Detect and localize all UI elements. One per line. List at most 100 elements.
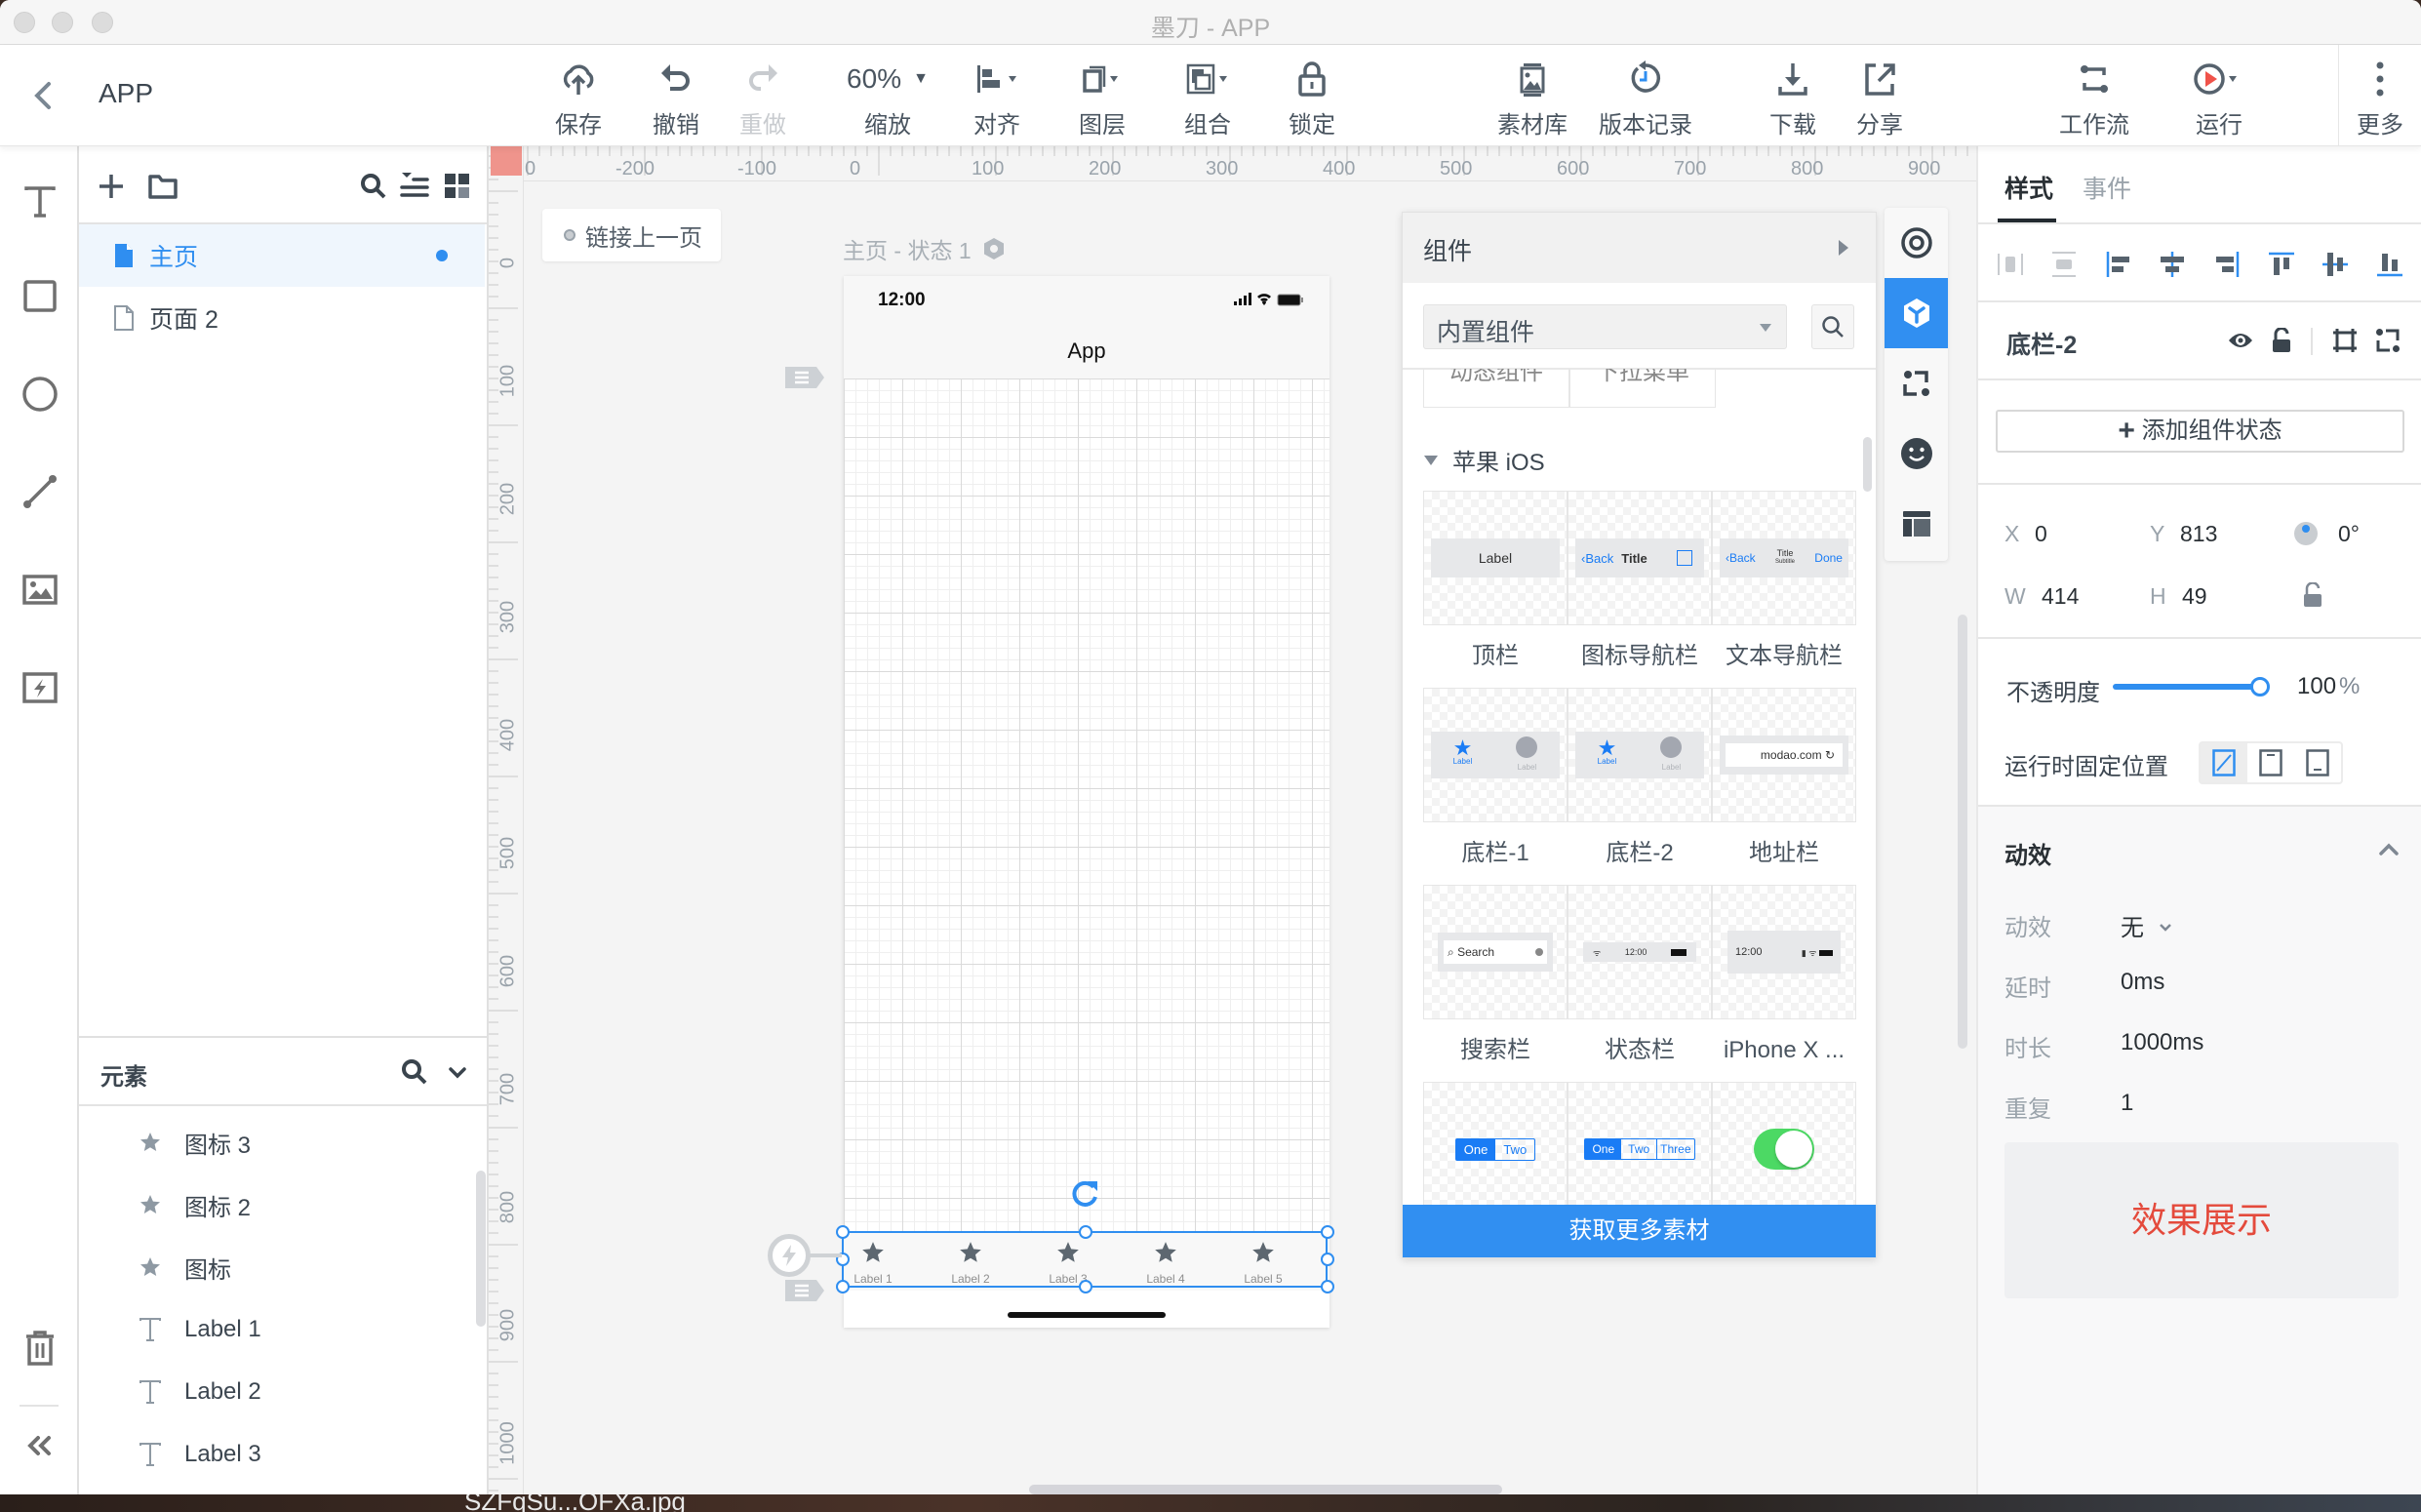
caret-right-icon[interactable] [1837,238,1850,258]
resize-handle[interactable] [836,1225,850,1239]
more-button[interactable]: 更多 [2338,45,2421,146]
page-item-home[interactable]: 主页 [79,224,485,287]
sort-list-icon[interactable] [400,170,431,201]
distribute-horizontal-icon[interactable] [1996,250,2025,279]
ios-section-header[interactable]: 苹果 iOS [1423,443,1545,477]
undo-button[interactable]: 撤销 [627,57,725,139]
tile-address-bar[interactable]: modao.com ↻ [1712,688,1856,822]
tab-style[interactable]: 样式 [2004,170,2053,205]
lock-button[interactable]: 锁定 [1263,57,1361,139]
resize-handle[interactable] [1079,1280,1092,1293]
resize-handle[interactable] [1321,1225,1334,1239]
align-top-icon[interactable] [2267,250,2296,279]
layout-panel-button[interactable] [1885,489,1948,559]
rotation-knob-icon[interactable] [2294,522,2318,545]
align-dropdown[interactable]: 对齐 [948,57,1046,139]
image-tool[interactable] [16,566,64,615]
animation-effect-select[interactable]: 无 [2121,908,2173,942]
layer-dropdown[interactable]: 图层 [1053,57,1151,139]
elements-scrollbar[interactable] [476,1171,486,1327]
y-field[interactable]: 813 [2180,521,2217,547]
tile-tab-bar-2[interactable]: ★ Label Label [1568,688,1712,822]
element-list-item[interactable]: 图标 3 [136,1118,251,1167]
zoom-dropdown[interactable]: 60% ▼ 缩放 [839,57,936,139]
opacity-slider-track[interactable] [2113,684,2257,690]
search-icon[interactable] [400,1057,429,1087]
components-panel-button[interactable] [1885,278,1948,348]
target-panel-button[interactable] [1885,208,1948,278]
tile-status-bar[interactable]: ᯤ 12:00 [1568,885,1712,1019]
text-tool[interactable] [16,178,64,226]
icons-panel-button[interactable] [1885,418,1948,489]
opacity-value[interactable]: 100% [2297,673,2360,700]
tile-icon-navbar[interactable]: ‹ Back Title [1568,491,1712,625]
element-list-item[interactable]: Label 2 [136,1368,261,1416]
page-item-page-2[interactable]: 页面 2 [79,287,485,349]
component-search-button[interactable] [1811,304,1854,349]
fixed-none-button[interactable] [2201,743,2247,782]
ruler-corner[interactable] [491,146,522,176]
opacity-slider-knob[interactable] [2250,677,2270,696]
align-right-icon[interactable] [2212,250,2242,279]
chevron-up-icon[interactable] [2378,842,2400,857]
delete-tool[interactable] [16,1324,64,1373]
tile-segmented-control-2[interactable]: One Two [1423,1082,1568,1216]
collapse-panel-button[interactable] [16,1421,64,1470]
phone-artboard[interactable]: 12:00 App Label 1 Label 2 Label 3 Label 4 La… [844,276,1330,1328]
hotspot-tool[interactable] [16,663,64,712]
share-button[interactable]: 分享 [1831,57,1928,139]
tile-dropdown-menu[interactable]: 下拉菜单 [1569,369,1716,408]
add-folder-icon[interactable] [147,172,179,201]
x-field[interactable]: 0 [2035,521,2047,547]
repeat-field[interactable]: 1 [2121,1090,2133,1117]
eye-icon[interactable] [2228,330,2253,351]
group-dropdown[interactable]: 组合 [1159,57,1256,139]
resize-handle[interactable] [836,1280,850,1293]
align-left-icon[interactable] [2104,250,2133,279]
resize-handle[interactable] [1321,1253,1334,1266]
tile-tab-bar-1[interactable]: ★ Label Label [1423,688,1568,822]
duration-field[interactable]: 1000ms [2121,1029,2203,1056]
connect-icon[interactable] [2375,328,2401,353]
interaction-icon[interactable] [768,1234,811,1277]
back-button[interactable] [27,76,62,115]
ellipse-tool[interactable] [16,370,64,418]
master-panel-button[interactable] [1885,348,1948,418]
link-previous-page-button[interactable]: 链接上一页 [542,209,721,261]
line-tool[interactable] [16,467,64,516]
resize-handle[interactable] [1321,1280,1334,1293]
tile-search-bar[interactable]: ⌕ Search [1423,885,1568,1019]
element-list-item[interactable]: Label 3 [136,1430,261,1479]
tile-dynamic-component[interactable]: 动态组件 [1423,369,1569,408]
redo-button[interactable]: 重做 [714,57,812,139]
component-source-select[interactable]: 内置组件 [1423,304,1787,349]
tile-toggle-switch[interactable] [1712,1082,1856,1216]
rotation-field[interactable]: 0° [2338,521,2360,547]
rotate-handle-icon[interactable] [1068,1177,1101,1211]
canvas-vertical-scrollbar[interactable] [1958,615,1967,1049]
crop-frame-icon[interactable] [2332,328,2358,353]
version-history-button[interactable]: 版本记录 [1597,57,1694,139]
align-middle-vertical-icon[interactable] [2321,250,2350,279]
align-center-horizontal-icon[interactable] [2158,250,2187,279]
aspect-unlock-icon[interactable] [2302,582,2323,608]
tile-iphone-x-status-bar[interactable]: 12:00 ▮ ᯤ [1712,885,1856,1019]
fixed-bottom-button[interactable] [2294,743,2341,782]
tile-top-bar[interactable]: Label [1423,491,1568,625]
unlock-icon[interactable] [2271,328,2292,353]
width-field[interactable]: 414 [2042,583,2079,610]
page-state-label[interactable]: 主页 - 状态 1 [843,232,1005,265]
fixed-top-button[interactable] [2247,743,2294,782]
grid-view-icon[interactable] [443,172,472,201]
add-component-state-button[interactable]: + 添加组件状态 [1996,410,2404,453]
animation-preview[interactable]: 效果展示 [2004,1142,2399,1298]
assets-button[interactable]: 素材库 [1484,57,1581,139]
tab-events[interactable]: 事件 [2083,170,2131,205]
component-name[interactable]: 底栏-2 [2006,326,2077,361]
element-list-item[interactable]: Label 1 [136,1305,261,1354]
element-list-item[interactable]: 图标 2 [136,1180,251,1229]
tile-segmented-control-3[interactable]: One Two Three [1568,1082,1712,1216]
canvas-horizontal-scrollbar[interactable] [1029,1485,1502,1494]
components-scrollbar[interactable] [1863,437,1872,492]
get-more-assets-button[interactable]: 获取更多素材 [1403,1205,1876,1257]
